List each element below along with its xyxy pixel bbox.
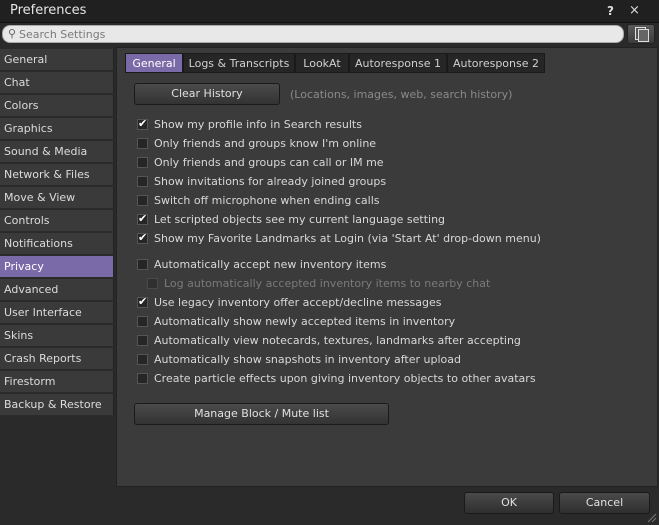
sidebar-item-controls[interactable]: Controls	[0, 210, 114, 231]
checkbox[interactable]	[137, 335, 148, 346]
window-title: Preferences	[10, 3, 87, 18]
sidebar-item-colors[interactable]: Colors	[0, 95, 114, 116]
help-icon[interactable]: ?	[607, 4, 614, 18]
cancel-button[interactable]: Cancel	[559, 492, 650, 514]
checkbox[interactable]	[137, 212, 148, 225]
checkbox[interactable]	[137, 316, 148, 327]
sidebar-item-firestorm[interactable]: Firestorm	[0, 371, 114, 392]
clear-history-button[interactable]: Clear History	[134, 83, 280, 105]
sidebar-item-skins[interactable]: Skins	[0, 325, 114, 346]
copy-button[interactable]	[627, 24, 655, 44]
checkbox[interactable]	[137, 259, 148, 270]
tab-general[interactable]: General	[125, 53, 183, 73]
close-icon[interactable]: ×	[629, 3, 640, 18]
checkbox[interactable]	[137, 354, 148, 365]
search-input[interactable]	[19, 26, 609, 42]
checkbox[interactable]	[137, 295, 148, 308]
checkbox[interactable]	[137, 373, 148, 384]
sidebar-item-network-files[interactable]: Network & Files	[0, 164, 114, 185]
checkbox[interactable]	[137, 195, 148, 206]
sidebar-item-notifications[interactable]: Notifications	[0, 233, 114, 254]
sidebar-item-chat[interactable]: Chat	[0, 72, 114, 93]
checkbox[interactable]	[137, 157, 148, 168]
checkbox[interactable]	[137, 138, 148, 149]
sidebar-item-crash-reports[interactable]: Crash Reports	[0, 348, 114, 369]
tab-autoresponse-2[interactable]: Autoresponse 2	[447, 53, 545, 73]
sidebar-item-advanced[interactable]: Advanced	[0, 279, 114, 300]
sidebar-item-general[interactable]: General	[0, 49, 114, 70]
clear-history-hint: (Locations, images, web, search history)	[290, 88, 513, 101]
checkbox[interactable]	[137, 231, 148, 244]
sidebar-item-user-interface[interactable]: User Interface	[0, 302, 114, 323]
ok-button[interactable]: OK	[464, 492, 554, 514]
title-bar: Preferences ? ×	[0, 0, 659, 23]
tab-lookat[interactable]: LookAt	[295, 53, 349, 73]
manage-block-mute-button[interactable]: Manage Block / Mute list	[134, 403, 389, 425]
privacy-panel: General Logs & Transcripts LookAt Autore…	[116, 47, 658, 487]
checkbox[interactable]	[137, 176, 148, 187]
sidebar-item-backup-restore[interactable]: Backup & Restore	[0, 394, 114, 415]
resize-grip-icon[interactable]	[645, 511, 657, 523]
checkbox	[147, 278, 158, 289]
search-icon: ⚲	[8, 27, 17, 40]
checkbox[interactable]	[137, 117, 148, 130]
sidebar: General Chat Colors Graphics Sound & Med…	[0, 49, 114, 417]
search-box[interactable]: ⚲	[2, 25, 624, 43]
sidebar-item-graphics[interactable]: Graphics	[0, 118, 114, 139]
sidebar-item-move-view[interactable]: Move & View	[0, 187, 114, 208]
tab-autoresponse-1[interactable]: Autoresponse 1	[349, 53, 447, 73]
sidebar-item-sound-media[interactable]: Sound & Media	[0, 141, 114, 162]
tab-logs-transcripts[interactable]: Logs & Transcripts	[183, 53, 295, 73]
sidebar-item-privacy[interactable]: Privacy	[0, 256, 114, 277]
